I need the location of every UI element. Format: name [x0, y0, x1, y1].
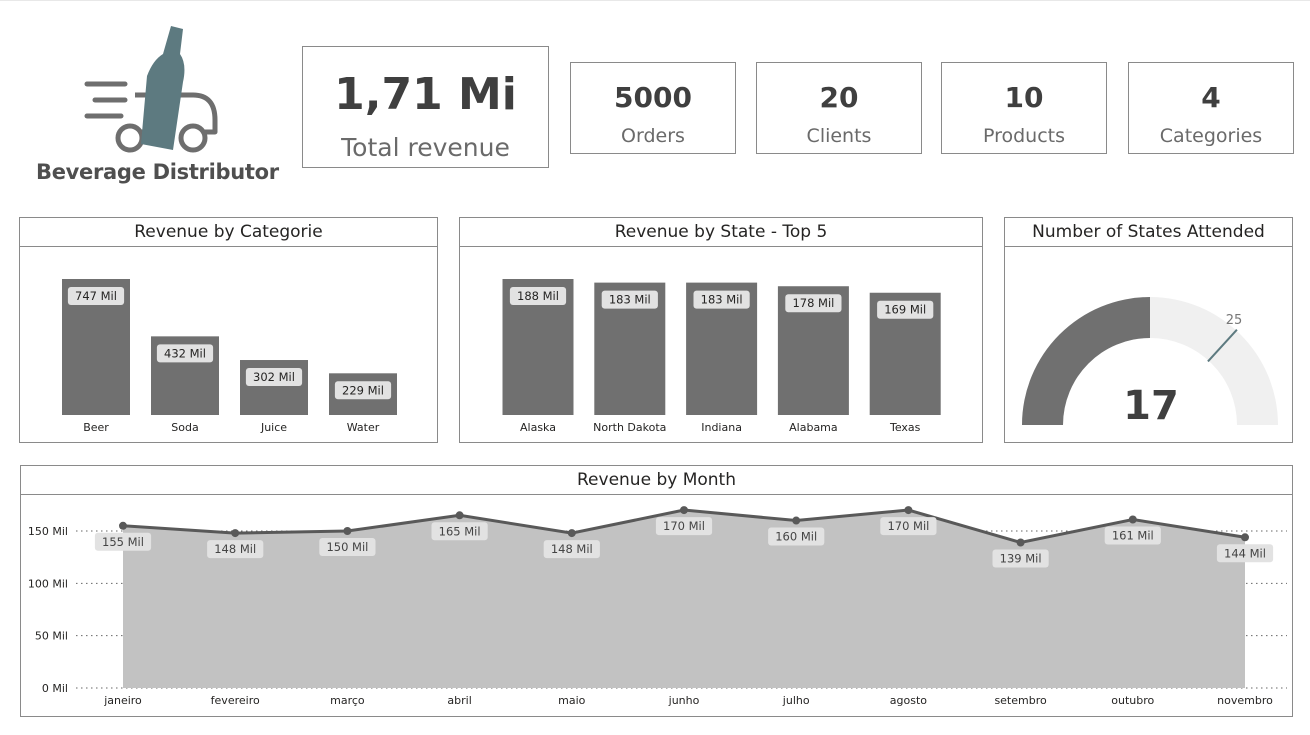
- data-label-4: 169 Mil: [884, 303, 926, 317]
- gauge-value: 17: [1123, 383, 1179, 429]
- data-point: [792, 516, 801, 525]
- x-tick-label: agosto: [890, 694, 927, 707]
- area-fill: [123, 510, 1245, 688]
- data-label-month-2: 150 Mil: [326, 540, 368, 554]
- truck-bottle-icon: [84, 26, 218, 153]
- x-tick-label: Water: [347, 421, 380, 434]
- kpi-categories: 4 Categories: [1128, 62, 1294, 154]
- kpi-products: 10 Products: [941, 62, 1107, 154]
- data-label-0: 188 Mil: [517, 289, 559, 303]
- kpi-orders-value: 5000: [614, 81, 692, 114]
- brand-logo: Beverage Distributor: [30, 18, 280, 193]
- brand-name: Beverage Distributor: [36, 160, 279, 184]
- data-label-month-7: 170 Mil: [887, 519, 929, 533]
- x-tick-label: junho: [668, 694, 700, 707]
- x-tick-label: Beer: [83, 421, 109, 434]
- kpi-products-value: 10: [1004, 81, 1044, 114]
- kpi-categories-value: 4: [1201, 81, 1221, 114]
- data-label-0: 747 Mil: [75, 289, 117, 303]
- data-label-month-0: 155 Mil: [102, 535, 144, 549]
- x-tick-label: Juice: [260, 421, 287, 434]
- bar-chart-category: 747 Mil Beer 432 Mil Soda 302 Mil Juice 229 Mi…: [62, 279, 397, 434]
- x-tick-label: North Dakota: [593, 421, 666, 434]
- data-point: [567, 529, 576, 538]
- bar-chart-state: 188 Mil Alaska 183 Mil North Dakota 183 Mil I…: [502, 279, 941, 434]
- data-point: [904, 506, 913, 515]
- data-label-month-8: 139 Mil: [1000, 552, 1042, 566]
- area-chart-month: 0 Mil 50 Mil 100 Mil 150 Mil 155 Mil janeiro 1…: [28, 506, 1287, 707]
- kpi-total-revenue-label: Total revenue: [341, 133, 510, 162]
- x-tick-label: Alaska: [520, 421, 556, 434]
- x-tick-label: Indiana: [701, 421, 742, 434]
- data-label-month-5: 170 Mil: [663, 519, 705, 533]
- kpi-clients-value: 20: [819, 81, 859, 114]
- data-label-month-3: 165 Mil: [439, 524, 481, 538]
- data-label-1: 183 Mil: [609, 293, 651, 307]
- kpi-clients: 20 Clients: [756, 62, 922, 154]
- chart-title-gauge: Number of States Attended: [1005, 218, 1292, 247]
- data-point: [343, 527, 352, 535]
- data-point: [1128, 515, 1137, 524]
- x-tick-label: outubro: [1111, 694, 1154, 707]
- kpi-categories-label: Categories: [1159, 125, 1263, 147]
- kpi-orders: 5000 Orders: [570, 62, 736, 154]
- x-tick-label: julho: [782, 694, 810, 707]
- data-point: [1016, 538, 1025, 547]
- data-label-3: 178 Mil: [792, 296, 834, 310]
- x-tick-label: Texas: [889, 421, 921, 434]
- data-point: [231, 529, 240, 538]
- data-label-3: 229 Mil: [342, 383, 384, 397]
- x-tick-label: maio: [558, 694, 586, 707]
- panel-revenue-by-category: Revenue by Categorie 747 Mil Beer 432 Mil S…: [19, 217, 438, 443]
- data-point: [455, 511, 464, 520]
- kpi-total-revenue-value: 1,71 Mi: [334, 69, 517, 120]
- kpi-orders-label: Orders: [621, 125, 685, 147]
- data-label-month-4: 148 Mil: [551, 542, 593, 556]
- data-label-1: 432 Mil: [164, 346, 206, 360]
- x-tick-label: novembro: [1217, 694, 1273, 707]
- panel-revenue-by-month: Revenue by Month 0 Mil 50 Mil 100 Mil 150 M…: [20, 465, 1293, 717]
- chart-title-category: Revenue by Categorie: [20, 218, 437, 247]
- data-label-month-9: 161 Mil: [1112, 528, 1154, 542]
- panel-revenue-by-state: Revenue by State - Top 5 188 Mil Alaska 18…: [459, 217, 983, 443]
- data-point: [1241, 533, 1249, 542]
- x-tick-label: fevereiro: [211, 694, 260, 707]
- data-point: [119, 521, 127, 530]
- x-tick-label: janeiro: [103, 694, 142, 707]
- chart-title-month: Revenue by Month: [21, 466, 1292, 495]
- data-label-month-1: 148 Mil: [214, 542, 256, 556]
- y-tick-label: 0 Mil: [42, 682, 68, 695]
- top-border: [0, 0, 1310, 1]
- kpi-clients-label: Clients: [806, 125, 872, 147]
- x-tick-label: setembro: [994, 694, 1047, 707]
- y-tick-label: 100 Mil: [28, 577, 68, 590]
- panel-states-attended: Number of States Attended 25 17: [1004, 217, 1293, 443]
- y-tick-label: 50 Mil: [35, 630, 68, 643]
- gauge-target-label: 25: [1226, 313, 1243, 328]
- data-point: [680, 506, 688, 515]
- gauge-chart: 25 17: [1022, 297, 1278, 429]
- x-tick-label: Alabama: [789, 421, 838, 434]
- data-label-month-6: 160 Mil: [775, 530, 817, 544]
- kpi-products-label: Products: [982, 125, 1066, 147]
- data-label-2: 183 Mil: [701, 293, 743, 307]
- x-tick-label: abril: [447, 694, 471, 707]
- y-tick-label: 150 Mil: [28, 525, 68, 538]
- data-label-month-10: 144 Mil: [1224, 546, 1266, 560]
- kpi-total-revenue: 1,71 Mi Total revenue: [302, 46, 549, 168]
- x-tick-label: março: [330, 694, 365, 707]
- chart-title-state: Revenue by State - Top 5: [460, 218, 982, 247]
- x-tick-label: Soda: [171, 421, 198, 434]
- data-label-2: 302 Mil: [253, 370, 295, 384]
